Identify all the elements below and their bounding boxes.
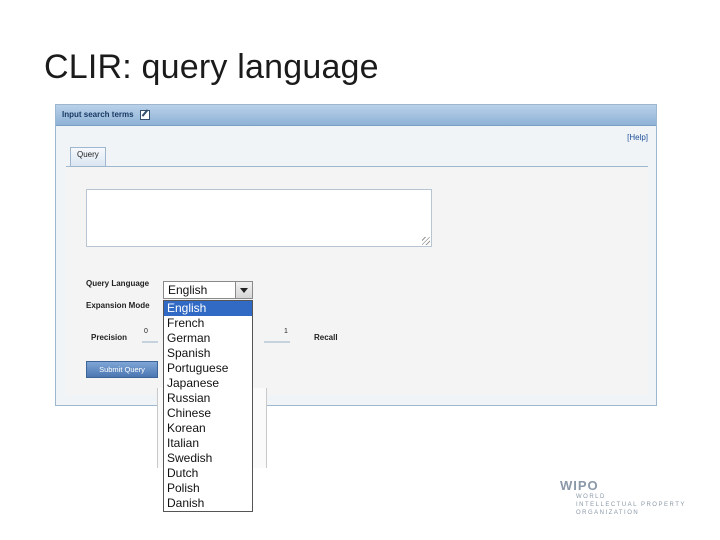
edit-icon[interactable] [139, 109, 150, 120]
wipo-logo: WIPO WORLD INTELLECTUAL PROPERTY ORGANIZ… [560, 478, 686, 517]
logo-line: WORLD [576, 494, 606, 500]
language-option[interactable]: Russian [164, 391, 252, 406]
tab-strip: Query [66, 145, 648, 167]
query-language-label: Query Language [86, 279, 150, 288]
logo-name: WIPO [560, 478, 599, 493]
dropdown-arrow-icon[interactable] [235, 282, 252, 298]
query-textarea[interactable] [86, 189, 432, 247]
slider-track-left[interactable] [142, 341, 158, 343]
search-panel: Input search terms [Help] Query Query La… [55, 104, 657, 406]
panel-header: Input search terms [56, 105, 656, 126]
logo-line: ORGANIZATION [576, 510, 640, 516]
language-option[interactable]: Danish [164, 496, 252, 511]
slide-title: CLIR: query language [44, 48, 379, 86]
language-dropdown-list[interactable]: English French German Spanish Portuguese… [163, 300, 253, 512]
recall-label: Recall [314, 333, 338, 342]
query-language-select[interactable]: English [163, 281, 253, 299]
language-option[interactable]: French [164, 316, 252, 331]
resize-grip-icon[interactable] [422, 237, 430, 245]
slider-min-value: 0 [144, 328, 148, 335]
language-option[interactable]: Polish [164, 481, 252, 496]
language-option[interactable]: Spanish [164, 346, 252, 361]
tab-query[interactable]: Query [70, 147, 106, 166]
language-option[interactable]: Japanese [164, 376, 252, 391]
language-option[interactable]: English [164, 301, 252, 316]
logo-line: INTELLECTUAL PROPERTY [576, 502, 686, 508]
precision-label: Precision [91, 333, 128, 342]
submit-query-button[interactable]: Submit Query [86, 361, 158, 378]
panel-header-title: Input search terms [62, 110, 134, 119]
language-option[interactable]: Korean [164, 421, 252, 436]
language-option[interactable]: Swedish [164, 451, 252, 466]
language-option[interactable]: German [164, 331, 252, 346]
help-link[interactable]: [Help] [627, 133, 648, 142]
language-option[interactable]: Chinese [164, 406, 252, 421]
selected-language: English [168, 283, 208, 297]
language-option[interactable]: Dutch [164, 466, 252, 481]
expansion-mode-label: Expansion Mode [86, 301, 150, 310]
language-option[interactable]: Portuguese [164, 361, 252, 376]
slider-max-value: 1 [284, 328, 288, 335]
slider-track-right[interactable] [264, 341, 290, 343]
language-option[interactable]: Italian [164, 436, 252, 451]
